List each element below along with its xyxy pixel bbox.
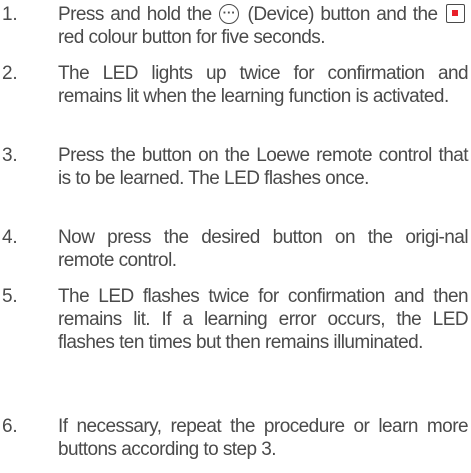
step-text: The LED flashes twice for confirmation a…	[58, 286, 469, 353]
instruction-steps: 1. Press and hold the ··· (Device) butto…	[0, 0, 471, 473]
device-button-icon: ···	[219, 4, 240, 24]
step-number: 2.	[2, 63, 18, 84]
step-number: 3.	[2, 145, 18, 166]
red-colour-button-icon	[445, 4, 465, 23]
step-number: 1.	[2, 4, 18, 25]
step-text: Press the button on the Loewe remote con…	[58, 145, 469, 189]
step-text-part: (Device) button and the	[241, 4, 444, 25]
red-square-icon	[451, 10, 458, 16]
step-text: The LED lights up twice for confirmation…	[58, 63, 469, 107]
step-text: Now press the desired button on the orig…	[58, 227, 469, 271]
ellipsis-glyph: ···	[222, 5, 236, 20]
step-number: 4.	[2, 227, 18, 248]
step-text-part: red colour button for five seconds.	[58, 27, 326, 48]
step-text-part: Press and hold the	[58, 4, 219, 25]
step-text: Press and hold the ··· (Device) button a…	[58, 3, 468, 49]
step-number: 5.	[2, 286, 18, 307]
step-text: If necessary, repeat the procedure or le…	[58, 416, 469, 460]
step-number: 6.	[2, 416, 18, 437]
